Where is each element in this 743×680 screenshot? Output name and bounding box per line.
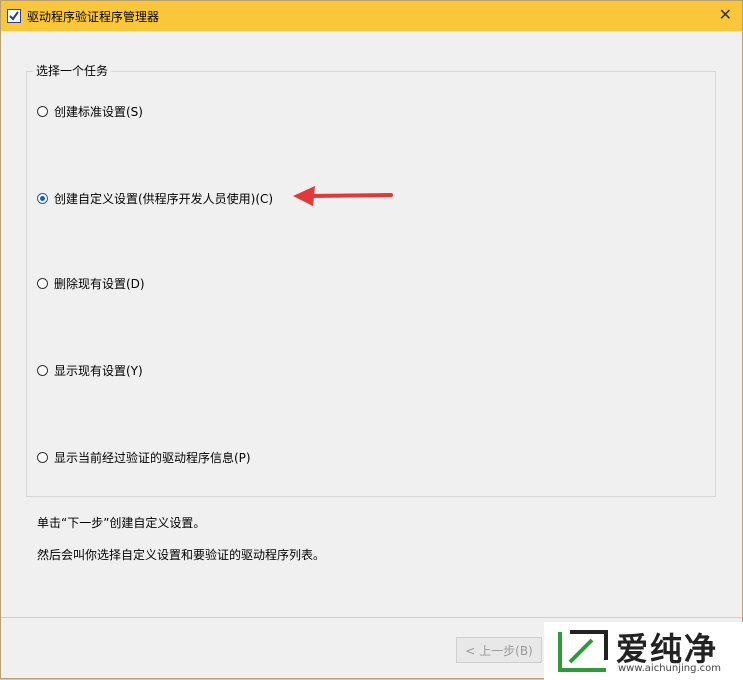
option-label: 显示当前经过验证的驱动程序信息(P) <box>54 451 251 465</box>
watermark-logo: 爱纯净 www.aichunjing.com <box>544 622 743 680</box>
info-then-select: 然后会叫你选择自定义设置和要验证的驱动程序列表。 <box>37 548 326 562</box>
watermark-url: www.aichunjing.com <box>618 663 721 674</box>
title-bar: 驱动程序验证程序管理器 ✕ <box>1 1 742 31</box>
option-display-driver-info[interactable]: 显示当前经过验证的驱动程序信息(P) <box>37 449 251 466</box>
radio-display-settings[interactable] <box>37 365 48 376</box>
radio-standard-settings[interactable] <box>37 106 48 117</box>
verifier-app-icon <box>7 9 21 23</box>
footer-divider <box>1 617 742 618</box>
option-label: 创建自定义设置(供程序开发人员使用)(C) <box>54 192 274 206</box>
watermark-logo-icon <box>558 630 608 672</box>
option-display-settings[interactable]: 显示现有设置(Y) <box>37 362 143 379</box>
option-label: 显示现有设置(Y) <box>54 364 143 378</box>
red-arrow-annotation <box>293 186 393 206</box>
radio-display-driver-info[interactable] <box>37 452 48 463</box>
radio-delete-settings[interactable] <box>37 278 48 289</box>
close-icon[interactable]: ✕ <box>719 5 732 25</box>
task-group-title: 选择一个任务 <box>33 62 112 79</box>
driver-verifier-window: 驱动程序验证程序管理器 ✕ 选择一个任务 创建标准设置(S) 创建自定义设置(供… <box>0 0 743 680</box>
radio-custom-settings[interactable] <box>37 193 48 204</box>
back-button[interactable]: < 上一步(B) <box>456 637 542 663</box>
option-label: 删除现有设置(D) <box>54 277 145 291</box>
window-title: 驱动程序验证程序管理器 <box>27 10 160 24</box>
option-custom-settings[interactable]: 创建自定义设置(供程序开发人员使用)(C) <box>37 190 273 207</box>
option-delete-settings[interactable]: 删除现有设置(D) <box>37 275 145 292</box>
option-label: 创建标准设置(S) <box>54 105 143 119</box>
option-standard-settings[interactable]: 创建标准设置(S) <box>37 103 143 120</box>
info-next-step: 单击“下一步”创建自定义设置。 <box>37 516 206 530</box>
